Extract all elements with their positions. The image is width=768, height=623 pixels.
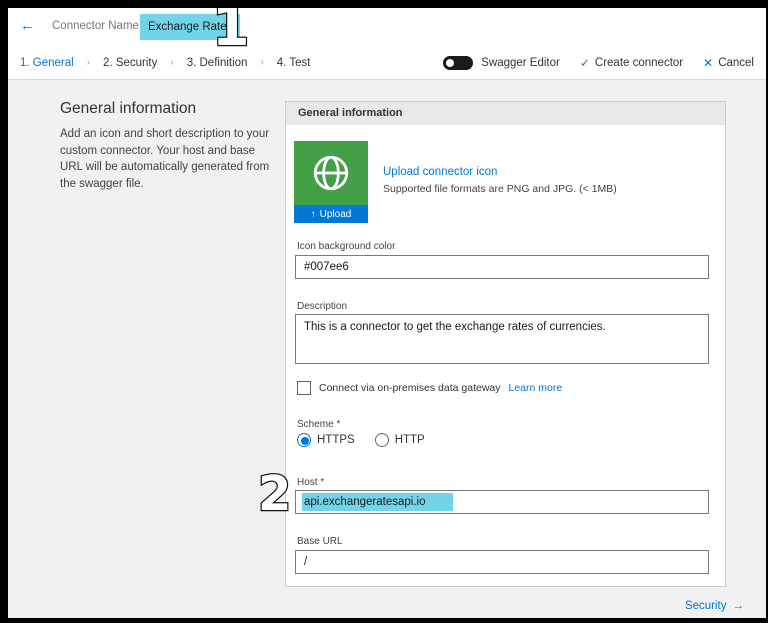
gateway-row: Connect via on-premises data gateway Lea… — [297, 381, 562, 395]
base-url-input[interactable] — [295, 550, 709, 574]
gateway-checkbox-label: Connect via on-premises data gateway — [319, 382, 501, 394]
connector-icon-preview — [294, 141, 368, 205]
http-radio-label: HTTP — [394, 434, 425, 446]
top-bar: ← Connector Name Exchange Rates — [8, 8, 766, 46]
scheme-radio-group: HTTPS HTTP — [297, 433, 445, 447]
swagger-editor-label: Swagger Editor — [481, 56, 560, 69]
tab-general[interactable]: 1. General — [20, 57, 74, 69]
tab-bar: 1. General › 2. Security › 3. Definition… — [8, 46, 766, 80]
cancel-button[interactable]: ✕ Cancel — [703, 56, 754, 70]
chevron-right-icon: › — [86, 57, 91, 68]
section-description: Add an icon and short description to you… — [60, 128, 270, 191]
command-bar: Swagger Editor ✓ Create connector ✕ Canc… — [443, 55, 754, 70]
chevron-right-icon: › — [170, 57, 174, 68]
gateway-checkbox[interactable] — [297, 381, 311, 395]
chevron-right-icon: › — [260, 57, 264, 68]
panel-header: General information — [286, 102, 725, 125]
description-label: Description — [297, 301, 348, 312]
upload-arrow-icon: ↑ — [310, 208, 316, 220]
base-url-label: Base URL — [297, 536, 343, 547]
app-window: ← Connector Name Exchange Rates 1 1. Gen… — [8, 8, 766, 618]
create-connector-label: Create connector — [594, 56, 684, 69]
connector-name-input[interactable]: Exchange Rates — [140, 14, 241, 40]
create-connector-button[interactable]: ✓ Create connector — [580, 56, 683, 70]
globe-icon — [313, 155, 349, 191]
upload-button-label: Upload — [319, 208, 352, 220]
icon-background-color-label: Icon background color — [297, 241, 396, 252]
tab-test[interactable]: 4. Test — [277, 57, 311, 69]
host-value-highlighted: api.exchangeratesapi.io — [302, 493, 454, 511]
close-icon: ✕ — [703, 55, 714, 70]
general-information-panel: General information ↑ Upload Upload conn… — [285, 101, 726, 587]
learn-more-link[interactable]: Learn more — [509, 382, 563, 394]
host-input[interactable]: api.exchangeratesapi.io — [295, 490, 709, 514]
security-link-label: Security — [684, 600, 727, 612]
upload-button[interactable]: ↑ Upload — [294, 205, 368, 223]
security-next-link[interactable]: Security → — [685, 600, 744, 612]
check-icon: ✓ — [579, 55, 590, 70]
upload-format-hint: Supported file formats are PNG and JPG. … — [383, 183, 617, 195]
cancel-label: Cancel — [718, 56, 754, 69]
back-arrow-icon[interactable]: ← — [20, 17, 35, 34]
scheme-label: Scheme * — [297, 419, 341, 430]
arrow-right-icon: → — [732, 600, 745, 612]
host-label: Host * — [297, 477, 325, 488]
tab-security[interactable]: 2. Security — [103, 57, 157, 69]
swagger-editor-toggle[interactable] — [443, 55, 474, 70]
section-title: General information — [60, 100, 197, 117]
icon-background-color-input[interactable] — [295, 255, 709, 279]
upload-connector-icon-link[interactable]: Upload connector icon — [383, 166, 497, 178]
toggle-knob-icon — [446, 58, 455, 67]
description-textarea[interactable]: This is a connector to get the exchange … — [295, 314, 709, 364]
tab-definition[interactable]: 3. Definition — [187, 57, 248, 69]
https-radio[interactable] — [297, 433, 311, 447]
connector-name-label: Connector Name — [52, 20, 139, 32]
https-radio-label: HTTPS — [317, 434, 355, 446]
http-radio[interactable] — [374, 433, 389, 447]
